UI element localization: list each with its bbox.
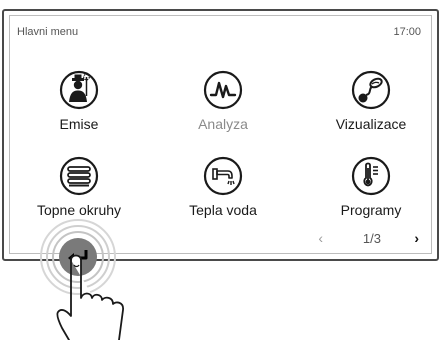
page-indicator: 1/3 [362, 231, 381, 246]
hot-water-tap-icon [203, 156, 243, 196]
analysis-wave-icon [203, 70, 243, 110]
tile-programy[interactable]: Programy [306, 156, 436, 226]
prev-page-button[interactable]: ‹ [318, 230, 323, 246]
next-page-button[interactable]: › [414, 230, 419, 246]
tile-emise[interactable]: Emise [14, 70, 144, 140]
thermometer-icon [351, 156, 391, 196]
tile-vizualizace-label: Vizualizace [335, 116, 407, 132]
tile-emise-label: Emise [59, 116, 99, 132]
tile-programy-label: Programy [340, 202, 402, 218]
tile-analyza-label: Analyza [198, 116, 248, 132]
page-title: Hlavni menu [17, 26, 79, 38]
tile-topne-okruhy-label: Topne okruhy [36, 202, 122, 218]
clock: 17:00 [393, 26, 421, 38]
stage: Hlavni menu 17:00 Emise Analyza Vizualiz… [0, 0, 444, 340]
visualization-icon [351, 70, 391, 110]
hand-pointer-illustration [56, 254, 124, 340]
heating-circuit-icon [59, 156, 99, 196]
tile-vizualizace[interactable]: Vizualizace [306, 70, 436, 140]
tile-tepla-voda[interactable]: Tepla voda [158, 156, 288, 226]
tile-topne-okruhy[interactable]: Topne okruhy [14, 156, 144, 226]
tile-tepla-voda-label: Tepla voda [189, 202, 257, 218]
chimney-sweep-icon [59, 70, 99, 110]
tile-analyza[interactable]: Analyza [158, 70, 288, 140]
